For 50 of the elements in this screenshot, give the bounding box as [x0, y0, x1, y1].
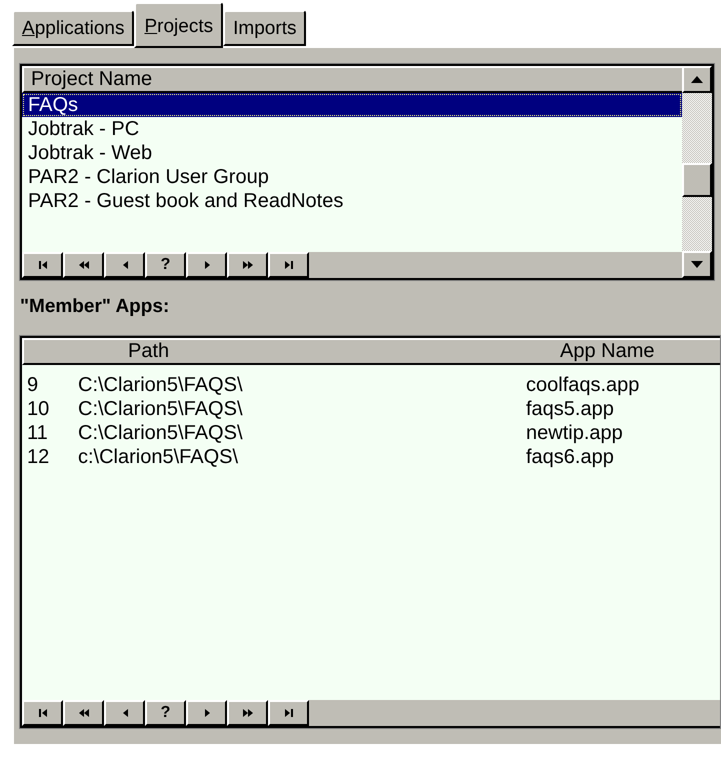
row-number: 9: [26, 373, 40, 397]
double-left-icon: [78, 259, 90, 271]
record-nav-button[interactable]: [268, 700, 309, 726]
record-nav-button[interactable]: [186, 700, 227, 726]
tab[interactable]: Applications: [12, 10, 134, 46]
first-record-icon: [36, 707, 48, 719]
record-nav-button[interactable]: [227, 700, 268, 726]
row-number: 11: [26, 421, 49, 445]
first-record-icon: [36, 259, 48, 271]
record-nav-button[interactable]: [104, 252, 145, 278]
double-left-icon: [78, 707, 90, 719]
column-header: App Name: [559, 340, 654, 363]
record-nav-button[interactable]: [104, 700, 145, 726]
project-row[interactable]: PAR2 - Guest book and ReadNotes: [22, 189, 682, 213]
record-nav-button[interactable]: ?: [145, 252, 186, 278]
record-nav-button[interactable]: [227, 252, 268, 278]
scrollbar[interactable]: [682, 66, 712, 278]
column-header: Project Name: [22, 66, 682, 93]
table-cell-text: C:\Clarion5\FAQS\: [78, 373, 244, 397]
row-number: 10: [26, 397, 50, 421]
record-nav-button[interactable]: [63, 252, 104, 278]
record-nav-button[interactable]: [63, 700, 104, 726]
project-row[interactable]: Jobtrak - PC: [22, 117, 682, 141]
table-cell: faqs6.app: [526, 445, 614, 469]
scroll-thumb[interactable]: [682, 163, 712, 197]
table-cell: newtip.app: [526, 421, 623, 445]
record-nav-button[interactable]: [22, 700, 63, 726]
section-label: "Member" Apps:: [20, 296, 170, 318]
table-cell-text: c:\Clarion5\FAQS\: [78, 445, 240, 469]
last-record-icon: [282, 707, 294, 719]
table-cell: coolfaqs.app: [526, 373, 640, 397]
double-right-icon: [242, 259, 254, 271]
record-nav-button[interactable]: [22, 252, 63, 278]
double-right-icon: [242, 707, 254, 719]
record-nav-button[interactable]: [186, 252, 227, 278]
column-header: Path: [127, 340, 170, 363]
record-nav-button[interactable]: [268, 252, 309, 278]
scroll-up-icon: [691, 76, 703, 83]
row-number: 12: [26, 445, 50, 469]
table-cell: faqs5.app: [526, 397, 614, 421]
project-row[interactable]: Jobtrak - Web: [22, 141, 682, 165]
scroll-down-icon: [691, 261, 703, 268]
tab[interactable]: Projects: [134, 2, 224, 48]
tab[interactable]: Imports: [223, 10, 306, 46]
record-nav-button[interactable]: ?: [145, 700, 186, 726]
project-row[interactable]: PAR2 - Clarion User Group: [22, 165, 682, 189]
last-record-icon: [282, 259, 294, 271]
table-cell-text: C:\Clarion5\FAQS\: [78, 397, 244, 421]
table-cell-text: C:\Clarion5\FAQS\: [78, 421, 244, 445]
project-row[interactable]: FAQs: [22, 93, 682, 117]
